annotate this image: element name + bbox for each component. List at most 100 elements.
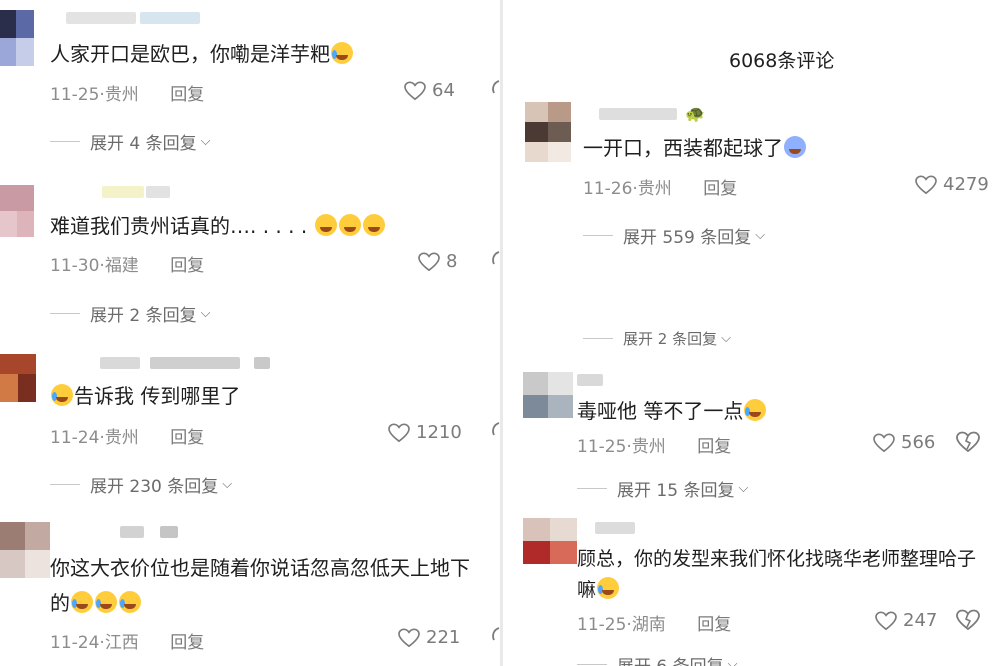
heart-icon [418, 252, 440, 271]
comment-date: 11-25 [50, 85, 100, 105]
emoji-icon [51, 384, 73, 406]
reply-button[interactable]: 回复 [703, 179, 737, 199]
emoji-icon [338, 214, 361, 236]
comments-panel-left: 人家开口是欧巴，你嘞是洋芋粑 11-25·贵州 回复 64 展开 4 条回复 ⌵ … [0, 0, 500, 666]
dislike-icon[interactable] [490, 79, 500, 101]
like-count: 221 [426, 627, 461, 648]
comment-location: 贵州 [104, 428, 139, 448]
like-count: 4279 [943, 174, 989, 195]
comment-text: 难道我们贵州话真的…. . . . . [50, 212, 386, 240]
expand-replies-button[interactable]: 展开 559 条回复 ⌵ [583, 223, 765, 248]
comment-meta: 11-25·贵州 回复 [50, 85, 205, 105]
chevron-down-icon: ⌵ [727, 657, 738, 666]
username-blurred [120, 526, 144, 538]
comment-text: 你这大衣价位也是随着你说话忽高忽低天上地下 [50, 556, 470, 580]
comment-location: 福建 [104, 256, 139, 276]
avatar[interactable] [523, 372, 573, 418]
dislike-icon[interactable] [490, 421, 500, 443]
like-button[interactable]: 8 [418, 251, 457, 272]
comment-meta: 11-30·福建 回复 [50, 256, 205, 276]
like-count: 1210 [416, 422, 462, 443]
like-count: 8 [446, 251, 458, 272]
comment-text-line2: 嘛 [577, 576, 620, 604]
username-blurred [146, 186, 170, 198]
comment-count-title: 6068条评论 [729, 50, 835, 72]
reply-button[interactable]: 回复 [170, 256, 204, 276]
comment-meta: 11-24·江西 回复 [50, 633, 205, 653]
comment-meta: 11-24·贵州 回复 [50, 428, 205, 448]
username-blurred [595, 522, 635, 534]
username-blurred [100, 357, 140, 369]
emoji-icon [95, 591, 117, 613]
comment-location: 贵州 [637, 179, 672, 199]
comment-location: 湖南 [631, 615, 666, 635]
comment-location: 江西 [104, 633, 139, 653]
like-button[interactable]: 566 [873, 432, 935, 453]
emoji-icon [744, 399, 767, 421]
comment-location: 贵州 [104, 85, 139, 105]
reply-button[interactable]: 回复 [170, 633, 204, 653]
like-button[interactable]: 1210 [388, 422, 462, 443]
chevron-down-icon: ⌵ [755, 228, 766, 243]
dislike-icon[interactable] [490, 626, 500, 648]
comment-meta: 11-25·贵州 回复 [577, 437, 732, 457]
comment-date: 11-24 [50, 428, 100, 448]
emoji-icon [597, 577, 620, 599]
expand-replies-button[interactable]: 展开 2 条回复 ⌵ [50, 301, 210, 326]
heart-icon [915, 175, 937, 194]
avatar[interactable] [0, 354, 36, 402]
like-button[interactable]: 4279 [915, 174, 989, 195]
dislike-icon[interactable] [956, 609, 980, 631]
avatar[interactable] [523, 518, 577, 564]
comment-meta: 11-26·贵州 回复 [583, 179, 738, 199]
comment-date: 11-25 [577, 437, 627, 457]
comment-text: 一开口，西装都起球了 [583, 134, 807, 162]
username-blurred [254, 357, 270, 369]
comment-text-line2: 的 [50, 589, 142, 617]
username-blurred [150, 357, 240, 369]
reply-button[interactable]: 回复 [697, 437, 731, 457]
reply-button[interactable]: 回复 [170, 85, 204, 105]
username-blurred [102, 186, 144, 198]
emoji-icon [71, 591, 93, 613]
expand-replies-button[interactable]: 展开 6 条回复⌵ [577, 652, 737, 666]
comment-text: 人家开口是欧巴，你嘞是洋芋粑 [50, 40, 354, 68]
comment-text: 告诉我 传到哪里了 [50, 382, 240, 410]
avatar[interactable] [525, 102, 571, 162]
heart-icon [873, 433, 895, 452]
expand-replies-button[interactable]: 展开 2 条回复 ⌵ [583, 328, 731, 349]
chevron-down-icon: ⌵ [721, 331, 731, 346]
avatar[interactable] [0, 10, 34, 66]
comment-meta: 11-25·湖南 回复 [577, 615, 732, 635]
expand-replies-button[interactable]: 展开 4 条回复 ⌵ [50, 129, 210, 154]
chevron-down-icon: ⌵ [738, 481, 749, 496]
reply-button[interactable]: 回复 [697, 615, 731, 635]
username-blurred [599, 108, 677, 120]
like-button[interactable]: 64 [404, 80, 455, 101]
comment-text: 顾总，你的发型来我们怀化找晓华老师整理哈子 [577, 548, 977, 570]
dislike-icon[interactable] [956, 431, 980, 453]
avatar[interactable] [0, 522, 50, 578]
heart-icon [398, 628, 420, 647]
like-count: 64 [432, 80, 455, 101]
chevron-down-icon: ⌵ [200, 134, 211, 149]
expand-replies-button[interactable]: 展开 15 条回复 ⌵ [577, 476, 748, 501]
comment-date: 11-24 [50, 633, 100, 653]
dislike-icon[interactable] [490, 250, 500, 272]
heart-icon [388, 423, 410, 442]
chevron-down-icon: ⌵ [200, 306, 211, 321]
comment-location: 贵州 [631, 437, 666, 457]
username-blurred [577, 374, 603, 386]
username-blurred [66, 12, 136, 24]
like-count: 247 [903, 610, 938, 631]
comments-panel-right: 6068条评论 🐢 一开口，西装都起球了 11-26·贵州 回复 4279 展开… [503, 0, 1000, 666]
avatar[interactable] [0, 185, 34, 237]
comment-date: 11-30 [50, 256, 100, 276]
heart-icon [875, 611, 897, 630]
like-button[interactable]: 247 [875, 610, 937, 631]
reply-button[interactable]: 回复 [170, 428, 204, 448]
turtle-icon: 🐢 [685, 104, 705, 123]
expand-replies-button[interactable]: 展开 230 条回复 ⌵ [50, 472, 232, 497]
comment-text: 毒哑他 等不了一点 [577, 397, 767, 425]
like-button[interactable]: 221 [398, 627, 460, 648]
